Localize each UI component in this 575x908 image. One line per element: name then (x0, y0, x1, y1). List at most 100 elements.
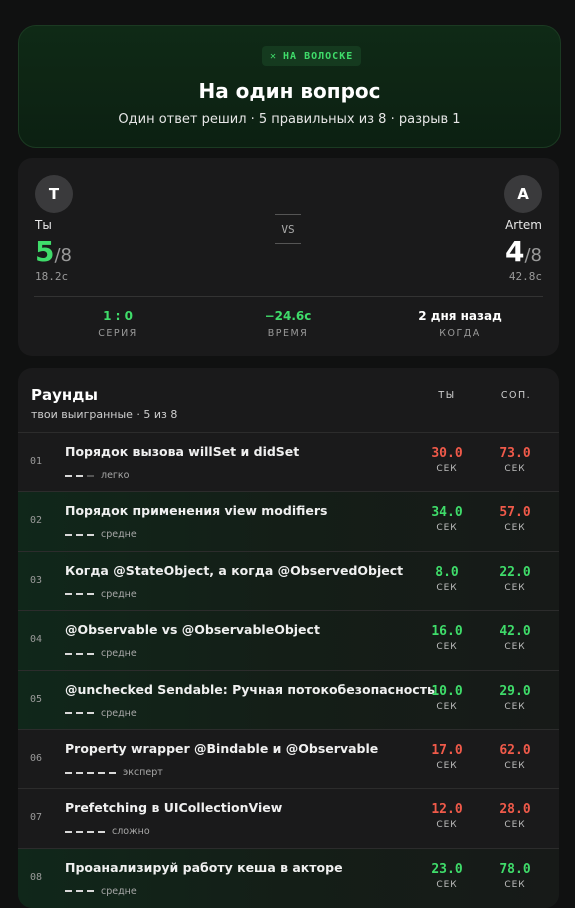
difficulty-dash (87, 593, 94, 596)
round-question: Prefetching в UICollectionView (65, 800, 283, 816)
round-number: 02 (30, 515, 43, 527)
round-row[interactable]: 06 Property wrapper @Bindable и @Observab… (18, 729, 559, 789)
difficulty-dash (109, 771, 116, 774)
time-value: 10.0 (431, 683, 463, 699)
round-question: Когда @StateObject, а когда @ObservedObj… (65, 562, 404, 578)
difficulty-indicator: средне (65, 708, 137, 719)
difficulty-dash (87, 533, 94, 536)
round-question: Property wrapper @Bindable и @Observable (65, 741, 379, 756)
round-row[interactable]: 07 Prefetching в UICollectionView сложно 12… (18, 788, 559, 848)
difficulty-dash (87, 652, 94, 655)
result-subtitle: Один ответ решил · 5 правильных из 8 · р… (118, 112, 461, 127)
difficulty-dash (65, 830, 72, 833)
time-value: 23.0 (431, 861, 463, 877)
avatar-opponent: A (504, 175, 542, 213)
time-value: 12.0 (431, 802, 463, 818)
difficulty-indicator: средне (65, 589, 137, 600)
close-x-icon: ✕ (270, 50, 278, 62)
difficulty-dash (65, 593, 72, 596)
difficulty-dash (65, 712, 72, 715)
time-unit: СЕК (504, 642, 526, 653)
time-value: 8.0 (435, 564, 459, 580)
time-unit: СЕК (504, 879, 526, 890)
time-you: 34.0 СЕК (425, 505, 469, 533)
time-unit: СЕК (504, 820, 526, 831)
stat-when-label: КОГДА (439, 328, 481, 339)
time-opponent: 78.0 СЕК (493, 862, 537, 890)
round-question: @Observable vs @ObservableObject (65, 622, 320, 638)
round-number: 07 (30, 812, 43, 824)
time-you: 30.0 СЕК (425, 446, 469, 474)
duel-card: Т Ты 5/8 18.2с VS A Artem 4/8 42.8с 1 : … (18, 158, 559, 356)
score-opponent: 4/8 (505, 238, 542, 270)
time-value: 62.0 (499, 743, 531, 758)
difficulty-dash (76, 830, 83, 833)
player-name-you: Ты (35, 218, 52, 232)
rounds-title: Раунды (31, 386, 98, 404)
difficulty-label: легко (101, 470, 130, 481)
difficulty-dash (87, 830, 94, 833)
time-value: 16.0 (431, 624, 463, 640)
round-row[interactable]: 03 Когда @StateObject, а когда @ObservedO… (18, 550, 559, 611)
round-row[interactable]: 08 Проанализируй работу кеша в акторе сред… (18, 847, 559, 908)
difficulty-dash (87, 771, 94, 774)
score-you-total: /8 (54, 245, 73, 266)
avatar-you: Т (35, 175, 73, 213)
difficulty-indicator: средне (65, 886, 137, 897)
round-number: 04 (30, 634, 43, 646)
difficulty-dash (76, 533, 83, 536)
round-row[interactable]: 02 Порядок применения view modifiers средн… (18, 491, 559, 552)
time-value: 42.0 (499, 624, 531, 640)
rounds-subtitle: твои выигранные · 5 из 8 (31, 408, 178, 421)
time-opponent: 29.0 СЕК (493, 684, 537, 712)
time-you: 23.0 СЕК (425, 862, 469, 890)
difficulty-dash (76, 890, 83, 893)
score-you: 5/8 (35, 238, 72, 270)
round-number: 06 (30, 753, 43, 764)
time-unit: СЕК (504, 761, 526, 771)
round-row[interactable]: 05 @unchecked Sendable: Ручная потокобезо… (18, 669, 559, 730)
stat-time: −24.6с ВРЕМЯ (198, 309, 378, 339)
round-row[interactable]: 01 Порядок вызова willSet и didSet легко 30… (18, 432, 559, 492)
difficulty-dash (87, 712, 94, 715)
round-row[interactable]: 04 @Observable vs @ObservableObject средне… (18, 610, 559, 671)
difficulty-indicator: средне (65, 648, 137, 659)
round-question: Проанализируй работу кеша в акторе (65, 859, 343, 875)
difficulty-label: средне (101, 529, 137, 541)
column-header-you: ТЫ (438, 390, 456, 401)
time-value: 57.0 (499, 505, 531, 521)
time-you: 18.2с (35, 270, 69, 283)
result-banner: ✕ НА ВОЛОСКЕ На один вопрос Один ответ р… (18, 25, 561, 148)
difficulty-dash (76, 593, 83, 596)
time-unit: СЕК (436, 701, 458, 712)
score-opponent-value: 4 (504, 235, 525, 268)
stat-when: 2 дня назад КОГДА (370, 309, 550, 339)
result-title: На один вопрос (198, 79, 381, 103)
stat-streak-label: СЕРИЯ (98, 328, 138, 339)
time-opponent: 73.0 СЕК (493, 446, 537, 474)
time-you: 16.0 СЕК (425, 624, 469, 652)
time-you: 8.0 СЕК (425, 565, 469, 593)
time-opponent: 28.0 СЕК (493, 802, 537, 830)
rounds-card: Раунды твои выигранные · 5 из 8 ТЫ СОП. … (18, 368, 559, 908)
difficulty-indicator: средне (65, 529, 137, 540)
difficulty-label: эксперт (123, 767, 163, 778)
time-unit: СЕК (504, 523, 526, 534)
time-unit: СЕК (436, 582, 458, 593)
round-number: 03 (30, 574, 43, 586)
difficulty-label: средне (101, 648, 137, 660)
difficulty-dash (87, 890, 94, 893)
difficulty-dash (76, 652, 83, 655)
difficulty-indicator: сложно (65, 826, 150, 837)
time-unit: СЕК (436, 879, 458, 890)
round-number: 08 (30, 871, 43, 883)
round-number: 01 (30, 456, 43, 467)
stat-time-value: −24.6с (264, 309, 312, 323)
time-unit: СЕК (436, 642, 458, 653)
app-frame: ✕ НА ВОЛОСКЕ На один вопрос Один ответ р… (0, 0, 575, 908)
time-opponent: 22.0 СЕК (493, 565, 537, 593)
difficulty-dash (98, 771, 105, 774)
difficulty-dash (65, 771, 72, 774)
time-opponent: 42.8с (508, 270, 542, 283)
round-question: Порядок применения view modifiers (65, 503, 328, 519)
